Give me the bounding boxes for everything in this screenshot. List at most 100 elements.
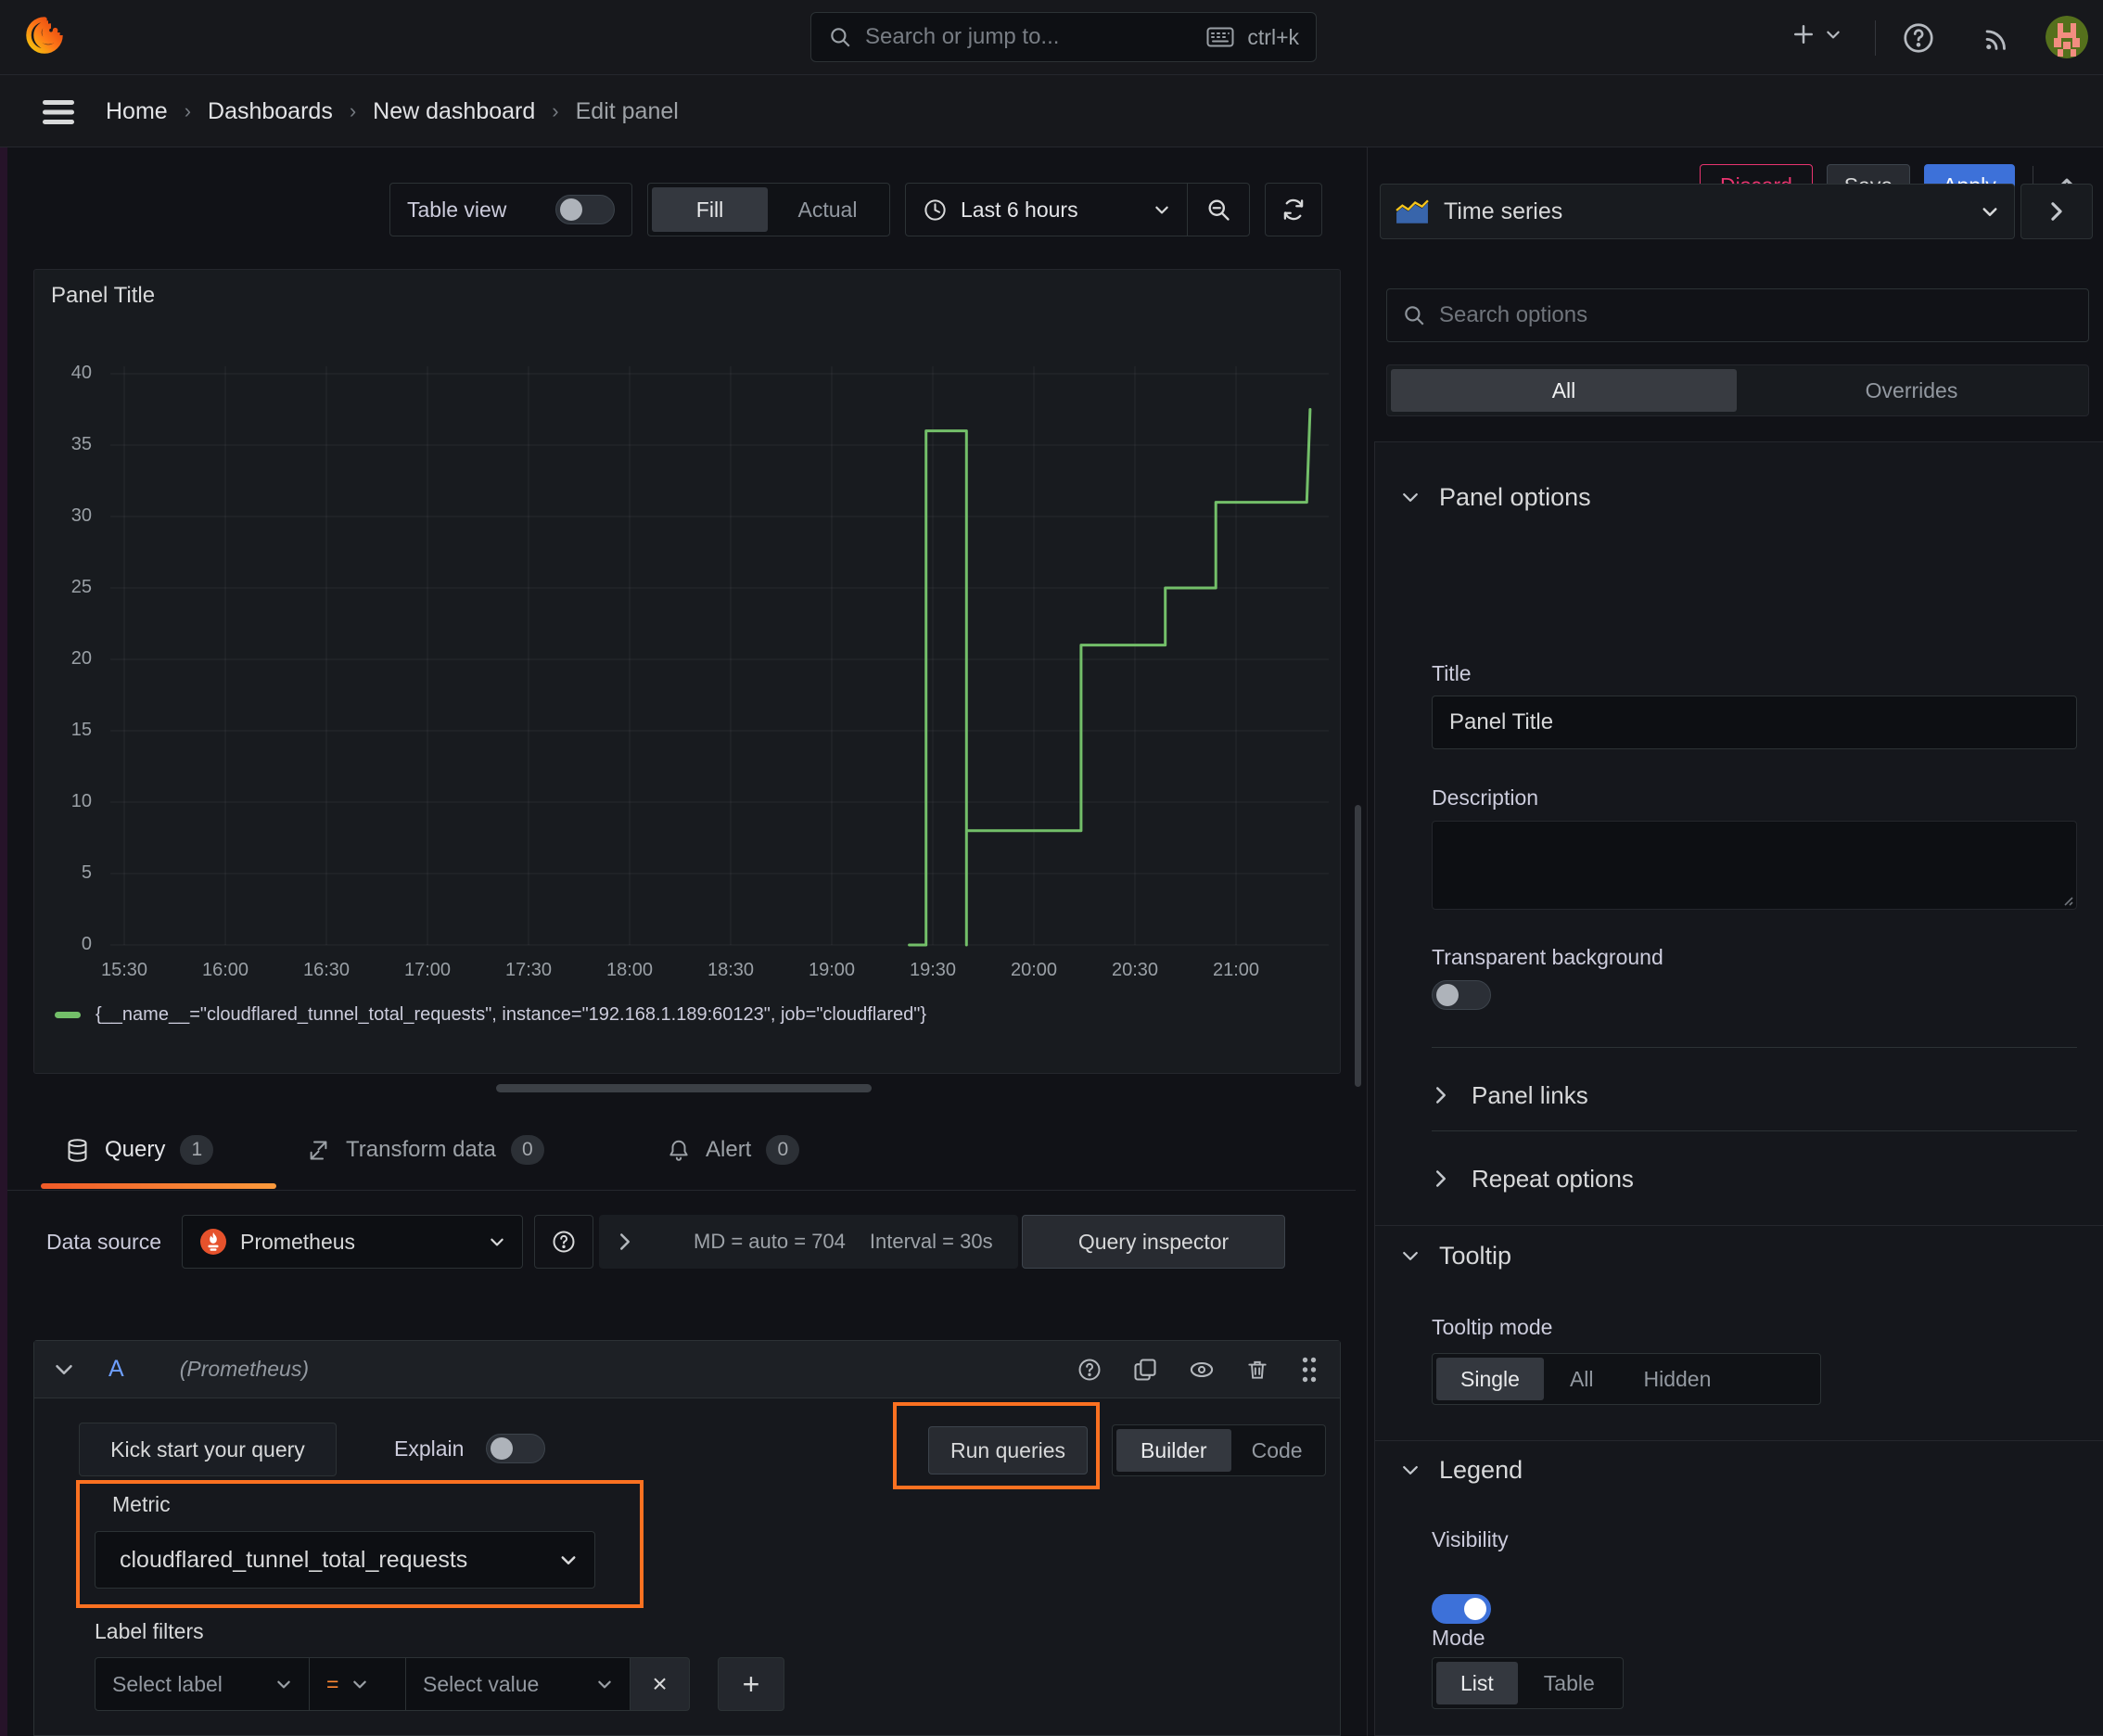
- y-axis-tick-label: 35: [70, 434, 92, 454]
- visibility-label: Visibility: [1432, 1527, 1509, 1551]
- time-series-chart[interactable]: [34, 270, 1342, 1075]
- tooltip-hidden-option[interactable]: Hidden: [1620, 1358, 1736, 1400]
- explain-label: Explain: [394, 1436, 465, 1461]
- x-axis-tick-label: 18:00: [605, 960, 654, 980]
- panel-links-section[interactable]: Panel links: [1434, 1066, 1588, 1125]
- global-search-input[interactable]: Search or jump to... ctrl+k: [810, 12, 1317, 62]
- query-ref-id[interactable]: A: [108, 1356, 124, 1383]
- help-button[interactable]: [1901, 20, 1936, 56]
- chevron-down-icon: [561, 1556, 576, 1564]
- topnav-divider: [1875, 20, 1876, 56]
- description-label: Description: [1432, 785, 1539, 810]
- legend-mode-table[interactable]: Table: [1520, 1662, 1619, 1704]
- user-avatar[interactable]: [2046, 16, 2088, 58]
- tab-query[interactable]: Query 1: [65, 1135, 214, 1165]
- builder-option[interactable]: Builder: [1116, 1429, 1231, 1472]
- breadcrumb-dashboards[interactable]: Dashboards: [208, 98, 333, 125]
- tab-alert[interactable]: Alert 0: [667, 1135, 800, 1165]
- table-view-label: Table view: [407, 197, 507, 222]
- chevron-down-icon: [1403, 1466, 1418, 1474]
- tab-transform[interactable]: Transform data 0: [306, 1135, 544, 1165]
- panel-options-title: Panel options: [1439, 483, 1591, 511]
- chevron-right-icon: [1436, 1087, 1446, 1104]
- tooltip-all-option[interactable]: All: [1546, 1358, 1618, 1400]
- x-axis-tick-label: 19:00: [808, 960, 856, 980]
- chevron-right-icon: [1436, 1170, 1446, 1187]
- select-value-dropdown[interactable]: Select value: [406, 1657, 631, 1711]
- actual-option[interactable]: Actual: [770, 187, 886, 232]
- y-axis-tick-label: 15: [70, 720, 92, 740]
- toggle-visibility-icon[interactable]: [1188, 1357, 1216, 1383]
- delete-query-icon[interactable]: [1245, 1357, 1269, 1383]
- kick-start-button[interactable]: Kick start your query: [79, 1423, 337, 1476]
- tab-overrides[interactable]: Overrides: [1739, 369, 2084, 412]
- add-filter-button[interactable]: +: [718, 1657, 784, 1711]
- drag-handle-icon[interactable]: [1299, 1356, 1319, 1384]
- legend-mode-list[interactable]: List: [1436, 1662, 1518, 1704]
- code-option[interactable]: Code: [1233, 1429, 1321, 1472]
- search-options-input[interactable]: Search options: [1386, 288, 2089, 342]
- transparent-background-toggle[interactable]: [1432, 980, 1491, 1010]
- mega-menu-button[interactable]: [41, 99, 76, 125]
- chevron-down-icon: [277, 1680, 290, 1689]
- resize-corner-icon[interactable]: [2060, 893, 2073, 906]
- chevron-right-icon: [2051, 202, 2062, 221]
- tab-transform-label: Transform data: [346, 1137, 496, 1162]
- refresh-button[interactable]: [1265, 183, 1322, 236]
- scrollbar-thumb[interactable]: [1355, 805, 1361, 1087]
- legend-header[interactable]: Legend: [1402, 1456, 1523, 1485]
- add-menu-button[interactable]: [1790, 20, 1842, 48]
- operator-dropdown[interactable]: =: [310, 1657, 406, 1711]
- metric-select[interactable]: cloudflared_tunnel_total_requests: [95, 1531, 595, 1589]
- refresh-icon: [1283, 198, 1304, 221]
- top-nav: Search or jump to... ctrl+k: [0, 0, 2103, 75]
- fill-option[interactable]: Fill: [652, 187, 768, 232]
- chart-legend[interactable]: {__name__="cloudflared_tunnel_total_requ…: [55, 1004, 926, 1026]
- chevron-down-icon: [1827, 31, 1840, 39]
- breadcrumb-new-dashboard[interactable]: New dashboard: [373, 98, 535, 125]
- legend-mode-switch: List Table: [1432, 1657, 1624, 1709]
- select-label-dropdown[interactable]: Select label: [95, 1657, 310, 1711]
- time-series-viz-icon: [1396, 199, 1429, 223]
- question-circle-icon: [1904, 23, 1933, 53]
- remove-filter-button[interactable]: ×: [631, 1657, 690, 1711]
- avatar-image: [2046, 16, 2088, 58]
- query-help-icon[interactable]: [1077, 1357, 1102, 1383]
- description-textarea[interactable]: [1432, 821, 2077, 910]
- time-range-group: Last 6 hours: [905, 183, 1250, 236]
- news-feed-button[interactable]: [1981, 22, 2012, 54]
- breadcrumb-home[interactable]: Home: [106, 98, 168, 125]
- zoom-out-time-button[interactable]: [1188, 197, 1249, 223]
- tooltip-single-option[interactable]: Single: [1436, 1358, 1544, 1400]
- panel-options-header[interactable]: Panel options: [1402, 483, 1591, 512]
- repeat-options-section[interactable]: Repeat options: [1434, 1149, 1634, 1208]
- table-view-toggle[interactable]: [555, 195, 615, 224]
- legend-mode-label: Mode: [1432, 1626, 1485, 1650]
- chevron-down-icon: [491, 1238, 503, 1246]
- resize-handle[interactable]: [496, 1084, 872, 1092]
- time-range-picker[interactable]: Last 6 hours: [906, 198, 1187, 223]
- collapse-pane-button[interactable]: [2020, 184, 2093, 239]
- duplicate-query-icon[interactable]: [1132, 1357, 1158, 1383]
- query-inspector-button[interactable]: Query inspector: [1022, 1215, 1286, 1269]
- rss-icon: [1985, 30, 2006, 50]
- x-axis-tick-label: 21:00: [1212, 960, 1260, 980]
- datasource-help-button[interactable]: [534, 1215, 594, 1269]
- tab-alert-badge: 0: [766, 1135, 800, 1165]
- grafana-logo-icon[interactable]: [22, 13, 67, 57]
- tooltip-header[interactable]: Tooltip: [1402, 1242, 1511, 1270]
- legend-visibility-toggle[interactable]: [1432, 1594, 1491, 1624]
- breadcrumb-separator: ›: [349, 99, 357, 122]
- datasource-picker[interactable]: Prometheus: [182, 1215, 524, 1269]
- y-axis-tick-label: 20: [70, 648, 92, 669]
- explain-toggle[interactable]: [486, 1434, 546, 1463]
- query-options-collapsed[interactable]: MD = auto = 704 Interval = 30s: [599, 1215, 1019, 1269]
- tab-all[interactable]: All: [1391, 369, 1737, 412]
- visualization-picker[interactable]: Time series: [1380, 184, 2015, 239]
- panel-title-input[interactable]: Panel Title: [1432, 696, 2077, 749]
- run-queries-button[interactable]: Run queries: [928, 1426, 1088, 1474]
- divider: [1432, 1130, 2077, 1131]
- query-header[interactable]: A (Prometheus): [34, 1341, 1340, 1398]
- interval-info: Interval = 30s: [869, 1230, 993, 1253]
- plus-icon: [1794, 25, 1813, 44]
